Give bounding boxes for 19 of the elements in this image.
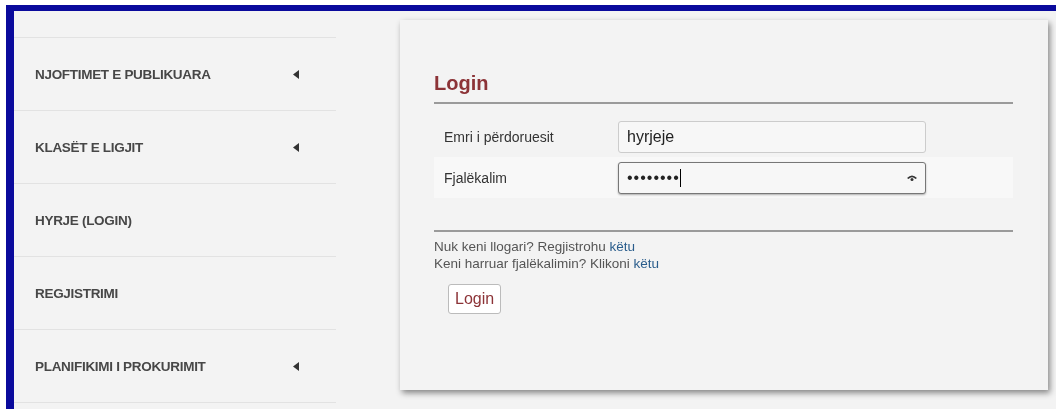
sidebar-item[interactable]: HYRJE (LOGIN) — [14, 184, 336, 257]
field-label: Emri i përdoruesit — [444, 128, 555, 145]
login-heading: Login — [434, 72, 1013, 104]
help-text: Nuk keni llogari? Regjistrohu këtu — [434, 238, 637, 255]
sidebar-item[interactable]: PLANIFIKIMI I PROKURIMIT — [14, 330, 336, 403]
help-text: Keni harruar fjalëkalimin? Klikoni këtu — [434, 255, 661, 272]
link[interactable]: këtu — [609, 239, 636, 254]
sidebar-item[interactable]: KLASËT E LIGJIT — [14, 111, 336, 184]
sidebar-item[interactable]: NJOFTIMET E PUBLIKUARA — [14, 38, 336, 111]
caret-icon — [293, 142, 299, 152]
field-label: Fjalëkalim — [444, 169, 508, 186]
sidebar-item[interactable]: REGJISTRIMI — [14, 257, 336, 330]
link[interactable]: këtu — [633, 256, 660, 271]
password-field[interactable]: •••••••• — [618, 161, 926, 194]
eye-icon[interactable] — [907, 174, 917, 181]
username-field[interactable]: hyrjeje — [618, 120, 926, 153]
login-button[interactable]: Login — [448, 284, 502, 314]
caret-icon — [293, 361, 299, 371]
caret-icon — [293, 69, 299, 79]
